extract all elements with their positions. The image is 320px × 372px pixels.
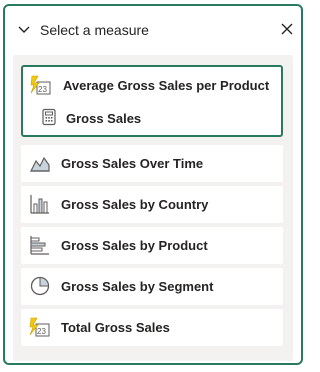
measure-item-gross-sales-over-time[interactable]: Gross Sales Over Time bbox=[21, 145, 283, 182]
measure-item-average-gross-sales-per-product[interactable]: 23 Average Gross Sales per Product bbox=[23, 68, 281, 102]
panel-title: Select a measure bbox=[40, 22, 149, 38]
column-chart-icon bbox=[30, 195, 49, 214]
measure-label: Gross Sales Over Time bbox=[61, 156, 204, 171]
area-chart-icon bbox=[30, 156, 50, 172]
measure-label: Gross Sales by Product bbox=[61, 238, 208, 253]
measure-label: Average Gross Sales per Product bbox=[63, 78, 270, 93]
bar-chart-icon bbox=[30, 236, 49, 255]
measure-list: 23 Average Gross Sales per Product Gross… bbox=[13, 55, 293, 361]
measure-label: Gross Sales by Country bbox=[61, 197, 209, 212]
calculator-icon bbox=[42, 108, 56, 126]
selected-measure-group: 23 Average Gross Sales per Product Gross… bbox=[21, 65, 283, 137]
measure-icon: 23 bbox=[29, 317, 50, 337]
panel-header: Select a measure bbox=[5, 6, 301, 56]
measure-item-gross-sales-by-product[interactable]: Gross Sales by Product bbox=[21, 227, 283, 264]
measure-item-gross-sales-by-segment[interactable]: Gross Sales by Segment bbox=[21, 268, 283, 305]
svg-text:23: 23 bbox=[37, 327, 46, 336]
measure-label: Gross Sales bbox=[66, 111, 142, 126]
measure-item-gross-sales[interactable]: Gross Sales bbox=[23, 102, 281, 136]
svg-text:23: 23 bbox=[38, 85, 47, 94]
select-measure-panel: Select a measure 23 Average Gross Sales … bbox=[3, 4, 303, 365]
measure-label: Gross Sales by Segment bbox=[61, 279, 214, 294]
close-icon[interactable] bbox=[281, 23, 293, 35]
measure-item-total-gross-sales[interactable]: 23 Total Gross Sales bbox=[21, 309, 283, 346]
chevron-down-icon[interactable] bbox=[17, 23, 31, 37]
measure-icon: 23 bbox=[30, 75, 51, 95]
measure-label: Total Gross Sales bbox=[61, 320, 170, 335]
measure-item-gross-sales-by-country[interactable]: Gross Sales by Country bbox=[21, 186, 283, 223]
pie-chart-icon bbox=[30, 276, 50, 296]
